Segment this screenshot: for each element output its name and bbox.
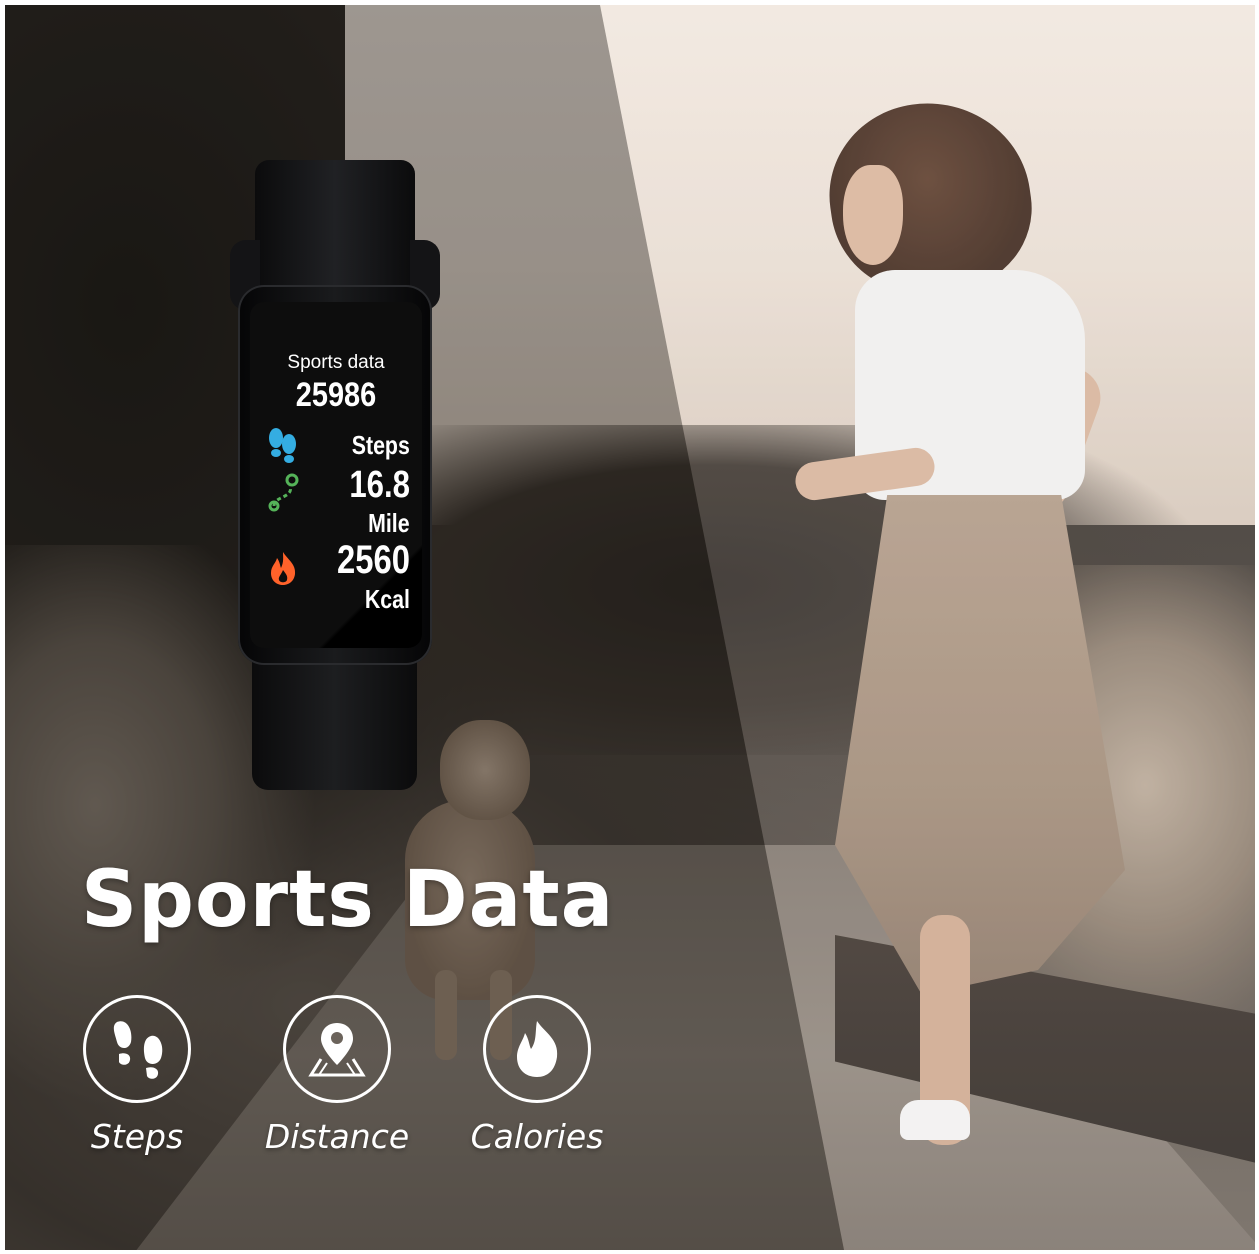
- feature-label: Calories: [470, 1117, 604, 1156]
- steps-label: Steps: [351, 430, 410, 460]
- feature-icon-circle: [483, 995, 591, 1103]
- headline: Sports Data: [81, 855, 615, 945]
- watch-strap-top: [255, 160, 415, 300]
- fitness-tracker: Sports data 25986 Steps 16.8 Mile 2560 K…: [230, 160, 440, 790]
- watch-strap-bottom: [252, 650, 417, 790]
- route-icon: [268, 473, 299, 512]
- distance-value: 16.8: [349, 464, 410, 506]
- calories-value: 2560: [337, 538, 410, 582]
- footprints-icon: [269, 428, 296, 463]
- feature-label: Distance: [264, 1117, 410, 1156]
- flame-icon: [517, 1021, 558, 1077]
- flame-icon: [271, 552, 296, 585]
- feature-steps: Steps: [47, 995, 227, 1156]
- feature-icon-circle: [83, 995, 191, 1103]
- feature-distance: Distance: [247, 995, 427, 1156]
- feature-icon-circle: [283, 995, 391, 1103]
- footprints-icon: [113, 1021, 163, 1079]
- product-photo: Sports data 25986 Steps 16.8 Mile 2560 K…: [5, 5, 1255, 1250]
- feature-calories: Calories: [447, 995, 627, 1156]
- distance-label: Mile: [368, 508, 410, 538]
- location-pin-icon: [308, 1023, 366, 1077]
- feature-label: Steps: [90, 1117, 184, 1156]
- calories-label: Kcal: [364, 584, 410, 614]
- watch-screen: Sports data 25986 Steps 16.8 Mile 2560 K…: [250, 302, 422, 648]
- steps-value: 25986: [295, 376, 377, 414]
- screen-title: Sports data: [287, 352, 385, 373]
